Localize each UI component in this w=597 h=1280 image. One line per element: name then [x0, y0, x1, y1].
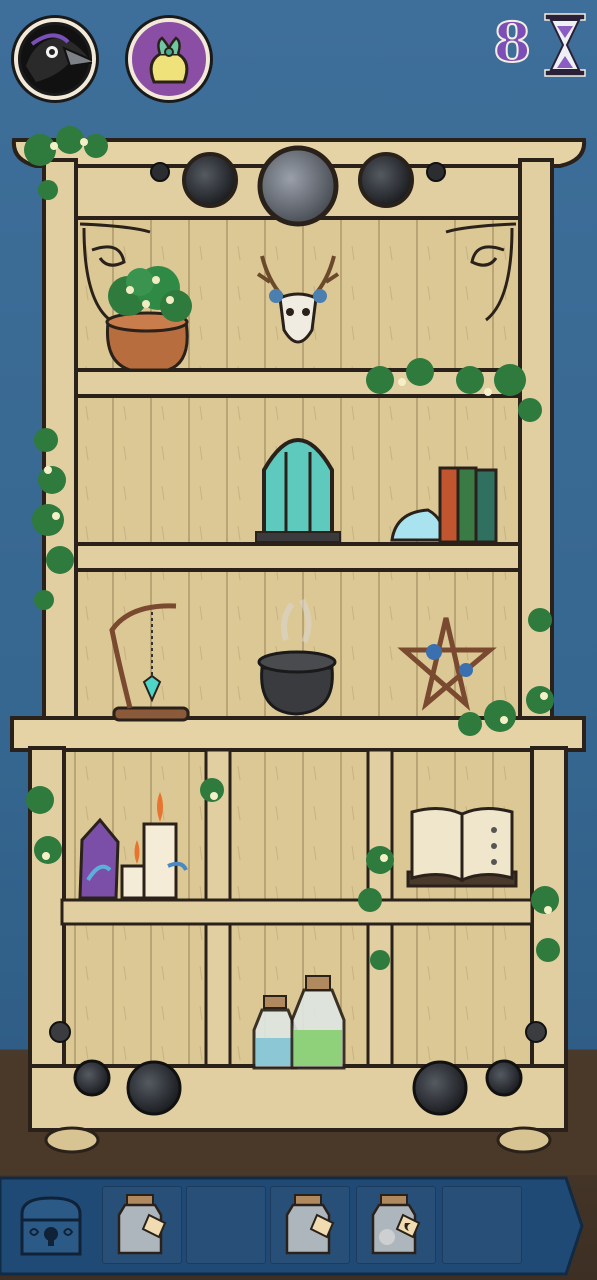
shelf-1 [74, 368, 522, 398]
locked-chest-icon[interactable] [16, 1192, 86, 1262]
cabinet-base [28, 1064, 568, 1132]
jar-with-tag-icon [285, 1194, 335, 1255]
inventory-slot-3[interactable] [270, 1186, 350, 1264]
spellbook[interactable] [406, 807, 518, 888]
crow-icon [21, 25, 92, 93]
inventory-slot-5[interactable] [442, 1186, 522, 1264]
inventory-bar [0, 1172, 597, 1280]
moon-right [358, 152, 414, 208]
inventory-slot-1[interactable] [102, 1186, 182, 1264]
moon-left [182, 152, 238, 208]
post-right [518, 158, 554, 728]
jar-with-moon-tag-icon [371, 1194, 421, 1255]
jar-with-tag-icon [117, 1194, 167, 1255]
inventory-slot-4[interactable] [356, 1186, 436, 1264]
hourglass-icon [544, 13, 586, 77]
cabinet-scene [0, 126, 597, 1175]
moves-counter: 8 [492, 9, 532, 75]
pouch-button[interactable] [128, 18, 210, 100]
moon-center [257, 145, 339, 227]
books[interactable] [438, 466, 498, 544]
inventory-slot-2[interactable] [186, 1186, 266, 1264]
shelf-2 [74, 542, 522, 572]
pouch-icon [135, 25, 203, 93]
crow-button[interactable] [14, 18, 96, 100]
